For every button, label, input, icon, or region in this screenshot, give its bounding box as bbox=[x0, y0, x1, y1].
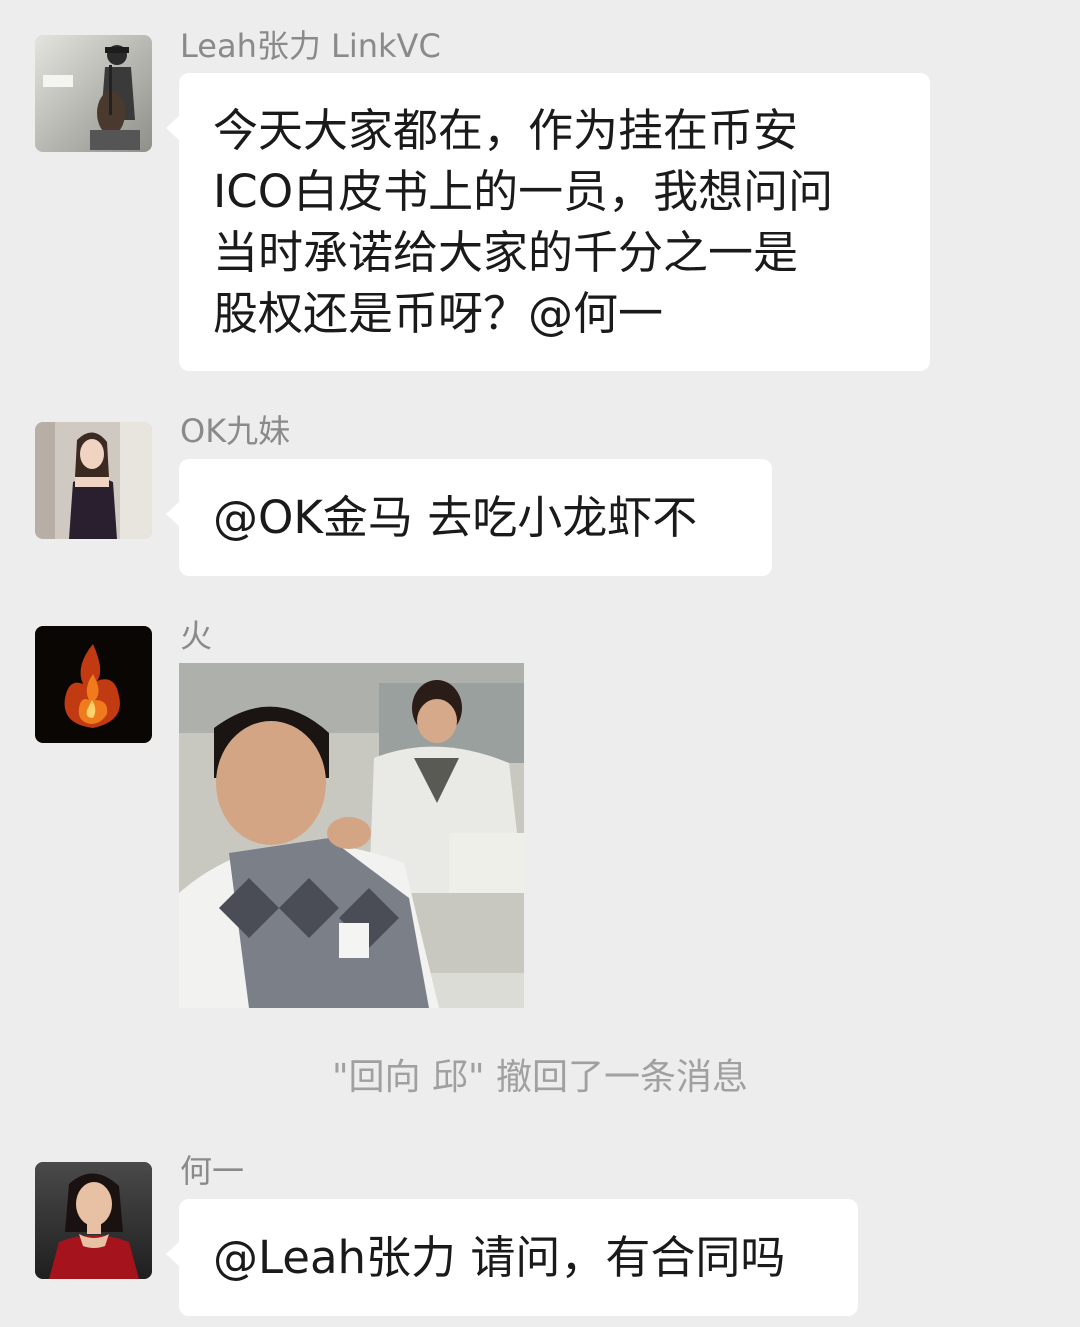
cellist-photo-icon bbox=[35, 35, 152, 152]
message-text: 今天大家都在，作为挂在币安 ICO白皮书上的一员，我想问问 当时承诺给大家的千分… bbox=[213, 104, 834, 340]
message-bubble[interactable]: 今天大家都在，作为挂在币安 ICO白皮书上的一员，我想问问 当时承诺给大家的千分… bbox=[166, 73, 930, 371]
recall-notice: "回向 邱" 撤回了一条消息 bbox=[331, 1057, 748, 1098]
message-text: @OK金马 去吃小龙虾不 bbox=[213, 491, 698, 544]
avatar-he-yi[interactable] bbox=[35, 1162, 152, 1279]
woman-red-dress-icon bbox=[35, 1162, 152, 1279]
message-bubble[interactable]: @OK金马 去吃小龙虾不 bbox=[166, 459, 772, 576]
sender-name: Leah张力 LinkVC bbox=[180, 27, 441, 65]
flame-icon bbox=[35, 626, 152, 743]
avatar-leah[interactable] bbox=[35, 35, 152, 152]
message-text: @Leah张力 请问，有合同吗 bbox=[213, 1231, 786, 1284]
image-message[interactable] bbox=[179, 663, 524, 1008]
movie-still-icon bbox=[179, 663, 524, 1008]
message-bubble[interactable]: @Leah张力 请问，有合同吗 bbox=[166, 1199, 858, 1316]
sender-name: 火 bbox=[180, 617, 213, 655]
avatar-ok-jiumei[interactable] bbox=[35, 422, 152, 539]
sender-name: 何一 bbox=[180, 1152, 245, 1190]
avatar-huo[interactable] bbox=[35, 626, 152, 743]
woman-photo-icon bbox=[35, 422, 152, 539]
sender-name: OK九妹 bbox=[180, 412, 291, 450]
